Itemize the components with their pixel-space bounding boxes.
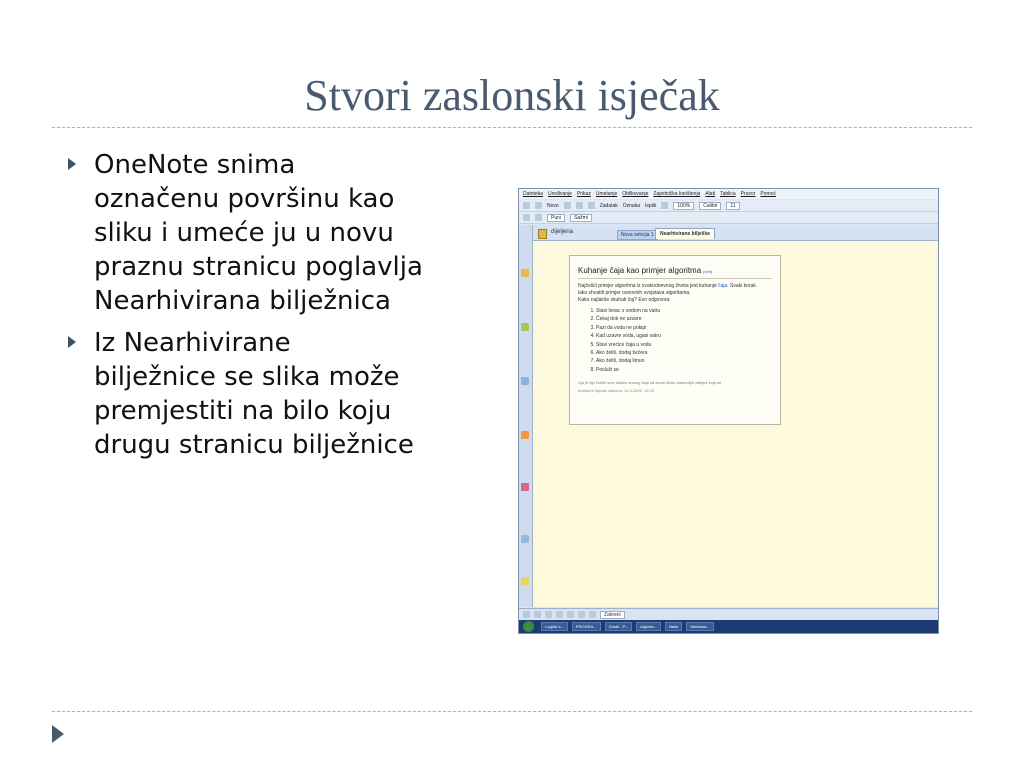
notebook-tab-icon[interactable] — [521, 323, 529, 331]
taskbar-button[interactable]: Algorita... — [636, 622, 661, 631]
rotate-button[interactable]: Zakreni — [600, 610, 625, 619]
section-tab[interactable]: Nova sekcija 1 — [617, 230, 658, 240]
font-select[interactable]: Calibri — [699, 201, 722, 210]
rectangle-icon[interactable] — [567, 611, 574, 618]
title-divider — [52, 127, 972, 128]
section-tab-active[interactable]: Nearhivirane bilješke — [655, 228, 716, 239]
notebook-name: dijeljena — [551, 229, 574, 235]
note-title-link[interactable]: [veb] — [703, 269, 712, 274]
zoom-select[interactable]: 100% — [673, 201, 695, 210]
onenote-screenshot: Datoteka Uređivanje Prikaz Umetanje Obli… — [518, 188, 939, 634]
notebook-tab-icon[interactable] — [521, 577, 529, 585]
footer-divider — [52, 711, 972, 712]
menu-item-format[interactable]: Oblikovanje — [622, 191, 648, 197]
bullet-item: OneNote snima označenu površinu kao slik… — [62, 148, 472, 318]
note-intro: Najčešći primjer algoritma iz svakodnevn… — [578, 283, 756, 289]
triangle-bullet-icon — [68, 158, 76, 170]
pen-icon[interactable] — [661, 202, 669, 209]
menu-item-insert[interactable]: Umetanje — [596, 191, 617, 197]
cut-icon[interactable] — [575, 202, 583, 209]
slide-title: Stvori zaslonski isječak — [304, 71, 720, 120]
notebook-tab-icon[interactable] — [521, 431, 529, 439]
section-tab-bar: dijeljena Nova sekcija 1 Nearhivirane bi… — [533, 226, 938, 241]
bullet-text: OneNote snima označenu površinu kao slik… — [94, 150, 423, 316]
note-step-list: Stavi lonac s vodom na vatru Čekaj dok n… — [578, 307, 772, 374]
taskbar-button[interactable]: Gmail - P... — [604, 622, 633, 631]
menu-bar: Datoteka Uređivanje Prikaz Umetanje Obli… — [519, 189, 938, 199]
standard-toolbar: Novo Zadatak Oznaka Ispiši 100% Calibri … — [519, 200, 938, 212]
next-slide-arrow-icon[interactable] — [52, 725, 64, 743]
note-page[interactable]: Kuhanje čaja kao primjer algoritma [veb]… — [533, 241, 938, 607]
note-title-divider — [578, 278, 772, 279]
bullet-item: Iz Nearhivirane bilježnice se slika može… — [62, 326, 472, 462]
list-item: Ako želiš, dodaj šećera — [596, 349, 772, 357]
menu-item-edit[interactable]: Uređivanje — [548, 191, 572, 197]
print-icon[interactable] — [563, 202, 571, 209]
outline-toolbar: Puni Sažmi — [519, 212, 938, 224]
list-item: Ako želiš, dodaj limun — [596, 357, 772, 365]
eraser-icon[interactable] — [534, 611, 541, 618]
note-link[interactable]: čaja — [718, 283, 727, 289]
outdent-icon[interactable] — [535, 214, 542, 221]
list-item: Čekaj dok ne uzavre — [596, 315, 772, 323]
list-item: Stavi vrećice čaja u vodu — [596, 341, 772, 349]
clip-timestamp: Korišteni isječak zaslona: 14.4.2009. 15… — [578, 388, 655, 394]
menu-item-window[interactable]: Prozor — [741, 191, 756, 197]
circle-icon[interactable] — [578, 611, 585, 618]
list-item: Posluži se — [596, 366, 772, 374]
paste-icon[interactable] — [587, 202, 595, 209]
windows-taskbar: Logički s... PROGRA... Gmail - P... Algo… — [519, 620, 938, 633]
menu-item-table[interactable]: Tablica — [720, 191, 736, 197]
notebook-tab-icon[interactable] — [521, 269, 529, 277]
drawing-toolbar: Zakreni — [519, 608, 938, 620]
back-icon[interactable] — [523, 202, 530, 209]
notebook-navigation — [519, 225, 533, 607]
indent-icon[interactable] — [523, 214, 530, 221]
task-button[interactable]: Zadatak — [600, 203, 618, 209]
note-container[interactable]: Kuhanje čaja kao primjer algoritma [veb]… — [569, 255, 781, 425]
print-button[interactable]: Ispiši — [645, 203, 656, 209]
menu-item-help[interactable]: Pomoć — [760, 191, 776, 197]
list-item: Pazi da voda ne pokipi — [596, 324, 772, 332]
pen-icon[interactable] — [523, 611, 530, 618]
menu-item-tools[interactable]: Alati — [705, 191, 715, 197]
arrow-icon[interactable] — [556, 611, 563, 618]
triangle-icon[interactable] — [589, 611, 596, 618]
taskbar-button[interactable]: Naše — [664, 622, 683, 631]
line-icon[interactable] — [545, 611, 552, 618]
taskbar-button[interactable]: Logički s... — [541, 622, 568, 631]
menu-item-view[interactable]: Prikaz — [577, 191, 591, 197]
new-button[interactable]: Novo — [547, 203, 559, 209]
note-cut-text: Lijo je tip! Dobili smo čašicu vrućeg ča… — [578, 380, 722, 386]
menu-item-share[interactable]: Zajednička korištenja — [653, 191, 700, 197]
menu-item-file[interactable]: Datoteka — [523, 191, 543, 197]
collapse-button[interactable]: Sažmi — [570, 213, 592, 222]
taskbar-button[interactable]: PROGRA... — [571, 622, 601, 631]
expand-button[interactable]: Puni — [547, 213, 566, 222]
forward-icon[interactable] — [535, 202, 542, 209]
list-item: Kad uzavre voda, ugasi vatru — [596, 332, 772, 340]
start-button-icon[interactable] — [523, 621, 534, 632]
note-title: Kuhanje čaja kao primjer algoritma [veb] — [578, 266, 713, 275]
notebook-tab-icon[interactable] — [521, 535, 529, 543]
notebook-tab-icon[interactable] — [521, 377, 529, 385]
list-item: Stavi lonac s vodom na vatru — [596, 307, 772, 315]
bullet-text: Iz Nearhivirane bilježnice se slika može… — [94, 328, 414, 460]
triangle-bullet-icon — [68, 336, 76, 348]
font-size-select[interactable]: 11 — [726, 201, 740, 210]
note-question: Kako najlakše skuhati čaj? Evo odgovora: — [578, 297, 671, 303]
notebook-tab-icon[interactable] — [521, 483, 529, 491]
taskbar-button[interactable]: Windows... — [686, 622, 714, 631]
bullet-list: OneNote snima označenu površinu kao slik… — [62, 148, 472, 470]
tag-button[interactable]: Oznaka — [623, 203, 640, 209]
notebook-icon — [538, 229, 547, 239]
note-intro-line-2: lako shvatiti primjer osnovnih svojstava… — [578, 290, 691, 296]
